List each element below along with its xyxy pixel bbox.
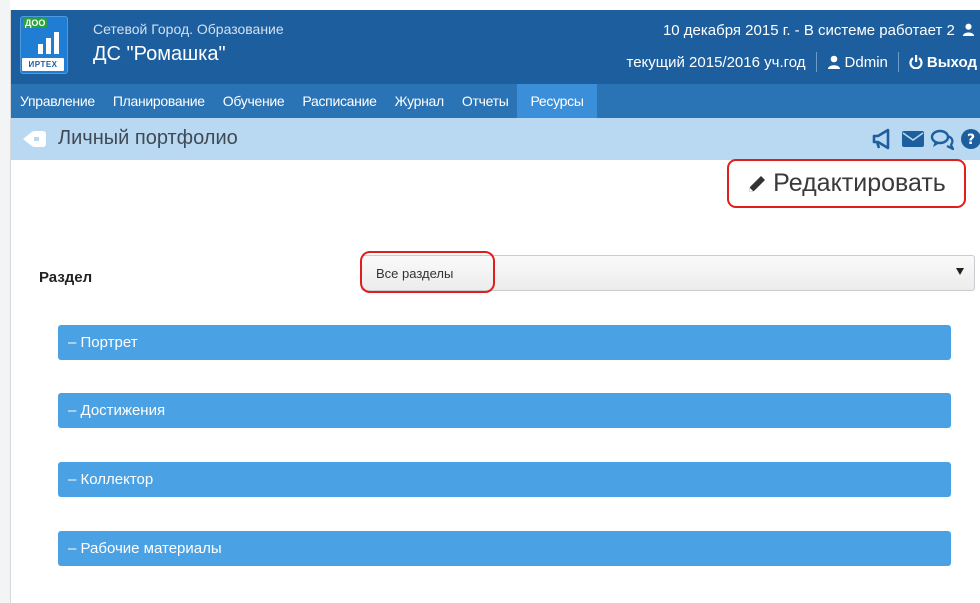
app-window: ДОО ИРТЕХ Сетевой Город. Образование ДС … xyxy=(10,10,980,603)
header-divider xyxy=(897,52,899,72)
user-icon xyxy=(827,55,840,69)
header-divider xyxy=(815,52,817,72)
nav-item-journal[interactable]: Журнал xyxy=(386,84,453,118)
pencil-icon xyxy=(749,175,766,192)
nav-item-planning[interactable]: Планирование xyxy=(104,84,214,118)
edit-button-label: Редактировать xyxy=(773,169,946,197)
panel-achievements[interactable]: – Достижения xyxy=(58,393,951,428)
header-user-row: текущий 2015/2016 уч.год Ddmin Выход xyxy=(627,52,977,72)
logout-link[interactable]: Выход xyxy=(927,54,977,71)
date-status: 10 декабря 2015 г. - В системе работает … xyxy=(663,22,975,39)
logo[interactable]: ДОО ИРТЕХ xyxy=(20,16,68,74)
section-label: Раздел xyxy=(39,269,93,286)
window-edge xyxy=(0,0,10,603)
screen: ДОО ИРТЕХ Сетевой Город. Образование ДС … xyxy=(0,0,980,603)
nav-item-management[interactable]: Управление xyxy=(11,84,104,118)
section-select[interactable]: Все разделы xyxy=(361,255,975,291)
logo-bottom-text: ИРТЕХ xyxy=(22,58,64,71)
chevron-down-icon xyxy=(956,268,964,275)
users-online-icon[interactable] xyxy=(962,23,975,36)
main-nav: Управление Планирование Обучение Расписа… xyxy=(11,84,980,118)
edit-button[interactable]: Редактировать xyxy=(727,159,966,208)
back-arrow-icon[interactable] xyxy=(23,129,47,149)
nav-item-schedule[interactable]: Расписание xyxy=(293,84,385,118)
org-subtitle: Сетевой Город. Образование xyxy=(93,21,284,37)
envelope-icon[interactable] xyxy=(901,128,925,150)
panel-working-materials[interactable]: – Рабочие материалы xyxy=(58,531,951,566)
nav-item-reports[interactable]: Отчеты xyxy=(453,84,518,118)
panel-portrait[interactable]: – Портрет xyxy=(58,325,951,360)
logo-bars-icon xyxy=(38,32,59,54)
date-status-text: 10 декабря 2015 г. - В системе работает … xyxy=(662,22,955,39)
svg-text:?: ? xyxy=(967,132,975,148)
header: ДОО ИРТЕХ Сетевой Город. Образование ДС … xyxy=(11,10,980,84)
chat-icon[interactable] xyxy=(930,128,956,152)
panel-collector[interactable]: – Коллектор xyxy=(58,462,951,497)
nav-item-education[interactable]: Обучение xyxy=(214,84,294,118)
nav-item-resources[interactable]: Ресурсы xyxy=(517,84,597,118)
org-title: ДС "Ромашка" xyxy=(93,43,226,65)
page-titlebar: Личный портфолио ? xyxy=(11,118,980,160)
user-name-link[interactable]: Ddmin xyxy=(845,54,888,71)
megaphone-icon[interactable] xyxy=(872,128,896,150)
help-icon[interactable]: ? xyxy=(959,128,980,150)
power-icon xyxy=(909,55,923,69)
titlebar-actions: ? xyxy=(872,128,980,152)
school-year[interactable]: текущий 2015/2016 уч.год xyxy=(627,54,806,71)
logo-top-text: ДОО xyxy=(23,18,48,28)
section-select-value: Все разделы xyxy=(376,266,454,281)
page-title: Личный портфолио xyxy=(58,127,238,149)
